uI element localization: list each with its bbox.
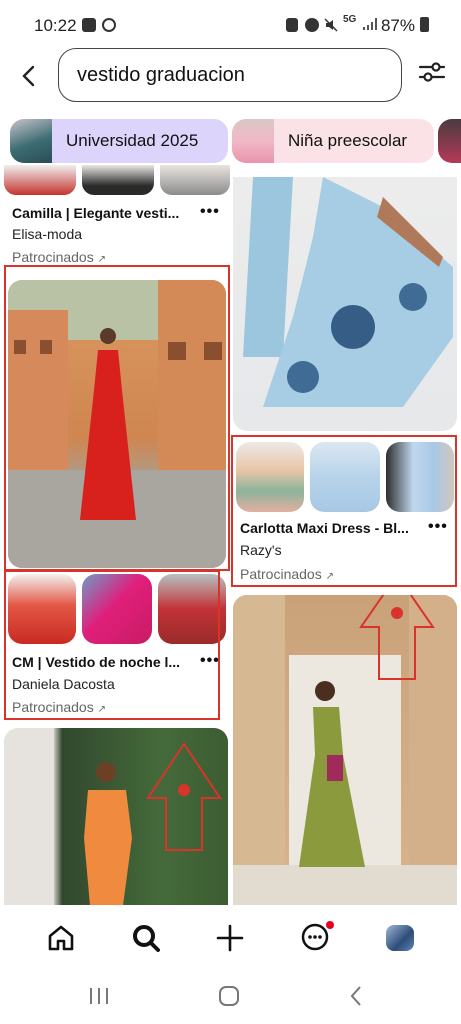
chip-thumbnail — [232, 119, 274, 163]
nav-messages-button[interactable] — [300, 921, 334, 958]
gallery-notification-icon — [82, 18, 96, 32]
home-icon — [48, 925, 74, 951]
status-bar: 10:22 5G 87% — [0, 0, 461, 50]
search-icon — [133, 925, 160, 952]
status-time: 10:22 — [34, 16, 77, 35]
product-thumbnail — [4, 165, 76, 195]
search-input[interactable]: vestido graduacion — [58, 48, 402, 102]
pin-source[interactable]: Elisa-moda — [12, 226, 82, 242]
chip-next-partial[interactable] — [438, 119, 461, 163]
battery-percent: 87% — [380, 16, 415, 35]
nav-create-button[interactable] — [215, 923, 245, 958]
chip-nina-preescolar[interactable]: Niña preescolar — [232, 119, 434, 163]
annotation-arrow — [146, 742, 222, 851]
chevron-left-icon — [22, 65, 35, 87]
sponsored-text: Patrocinados — [12, 249, 94, 265]
chip-thumbnail — [10, 119, 52, 163]
android-home-icon — [219, 986, 239, 1006]
android-back-icon — [350, 986, 361, 1006]
bottom-nav — [0, 905, 461, 970]
more-options-button[interactable]: ••• — [200, 203, 220, 221]
android-back-button[interactable] — [348, 985, 364, 1012]
external-link-icon: ↗ — [97, 254, 106, 265]
nav-search-button[interactable] — [131, 923, 161, 958]
chip-thumbnail — [438, 119, 461, 163]
annotation-box — [4, 265, 230, 571]
pin-camilla-images[interactable] — [4, 165, 230, 197]
sponsored-label: Patrocinados ↗ — [12, 249, 106, 265]
filter-sliders-icon — [418, 62, 446, 82]
product-thumbnail — [160, 165, 230, 195]
product-thumbnail — [82, 165, 154, 195]
alarm-icon — [305, 18, 319, 32]
notification-dot — [326, 921, 334, 929]
pin-green-dress-image[interactable] — [233, 595, 457, 907]
system-nav-bar — [0, 970, 461, 1024]
annotation-box — [231, 435, 457, 587]
plus-icon — [216, 924, 244, 952]
profile-avatar[interactable] — [386, 925, 414, 951]
recents-button[interactable] — [88, 986, 110, 1011]
chip-label: Niña preescolar — [288, 131, 408, 150]
filter-button[interactable] — [418, 60, 446, 84]
chip-universidad-2025[interactable]: Universidad 2025 — [10, 119, 228, 163]
signal-icon — [362, 17, 378, 36]
pin-orange-dress-image[interactable] — [4, 728, 228, 928]
blue-dress-photo — [243, 177, 453, 407]
annotation-box — [4, 570, 220, 720]
battery-icon — [420, 17, 429, 32]
pin-blue-floral-dress-image[interactable] — [233, 177, 457, 431]
android-home-button[interactable] — [218, 985, 240, 1012]
network-type: 5G — [343, 14, 357, 25]
recents-icon — [90, 988, 108, 1004]
instagram-notification-icon — [102, 18, 116, 32]
pin-title[interactable]: Camilla | Elegante vesti... — [12, 205, 179, 221]
mute-icon — [324, 18, 338, 32]
chip-label: Universidad 2025 — [66, 131, 199, 150]
back-button[interactable] — [18, 62, 40, 90]
annotation-arrow — [359, 595, 435, 680]
lock-icon — [286, 18, 298, 32]
nav-home-button[interactable] — [46, 923, 76, 958]
